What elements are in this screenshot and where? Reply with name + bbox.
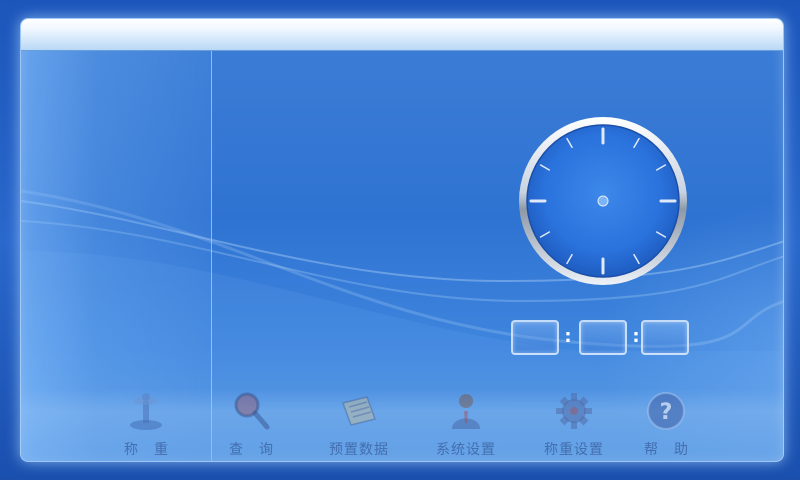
main-window: : : 称重 查询 预置数据 系统设置 称重设置 ? 帮助 xyxy=(20,18,784,462)
scale-icon xyxy=(130,393,162,430)
toolbar-label: 预置数据 xyxy=(329,442,389,458)
toolbar-label: 查询 xyxy=(229,442,289,458)
toolbar-label: 称重设置 xyxy=(544,442,604,458)
toolbar-item-system-settings[interactable]: 系统设置 xyxy=(416,389,516,461)
toolbar-item-weigh[interactable]: 称重 xyxy=(96,389,196,461)
toolbar-label: 帮助 xyxy=(644,442,704,458)
analog-clock xyxy=(519,117,687,285)
minutes-field[interactable] xyxy=(579,320,627,355)
toolbar-label: 系统设置 xyxy=(436,442,496,458)
hours-field[interactable] xyxy=(511,320,559,355)
toolbar-label: 称重 xyxy=(124,442,184,458)
title-bar xyxy=(21,19,783,51)
gear-icon xyxy=(556,393,592,429)
help-icon: ? xyxy=(647,392,685,430)
time-separator: : xyxy=(564,326,572,347)
svg-text:?: ? xyxy=(660,400,673,425)
seconds-field[interactable] xyxy=(641,320,689,355)
clock-center xyxy=(597,195,609,207)
magnifier-icon xyxy=(234,392,270,430)
person-icon xyxy=(452,394,480,429)
toolbar-item-help[interactable]: ? 帮助 xyxy=(616,389,716,461)
bottom-toolbar: 称重 查询 预置数据 系统设置 称重设置 ? 帮助 xyxy=(21,389,783,461)
toolbar-item-weighing-settings[interactable]: 称重设置 xyxy=(524,389,624,461)
notebook-icon xyxy=(342,396,376,426)
toolbar-item-preset-data[interactable]: 预置数据 xyxy=(309,389,409,461)
time-separator: : xyxy=(632,326,640,347)
digital-time: : : xyxy=(511,320,691,356)
toolbar-item-query[interactable]: 查询 xyxy=(201,389,301,461)
